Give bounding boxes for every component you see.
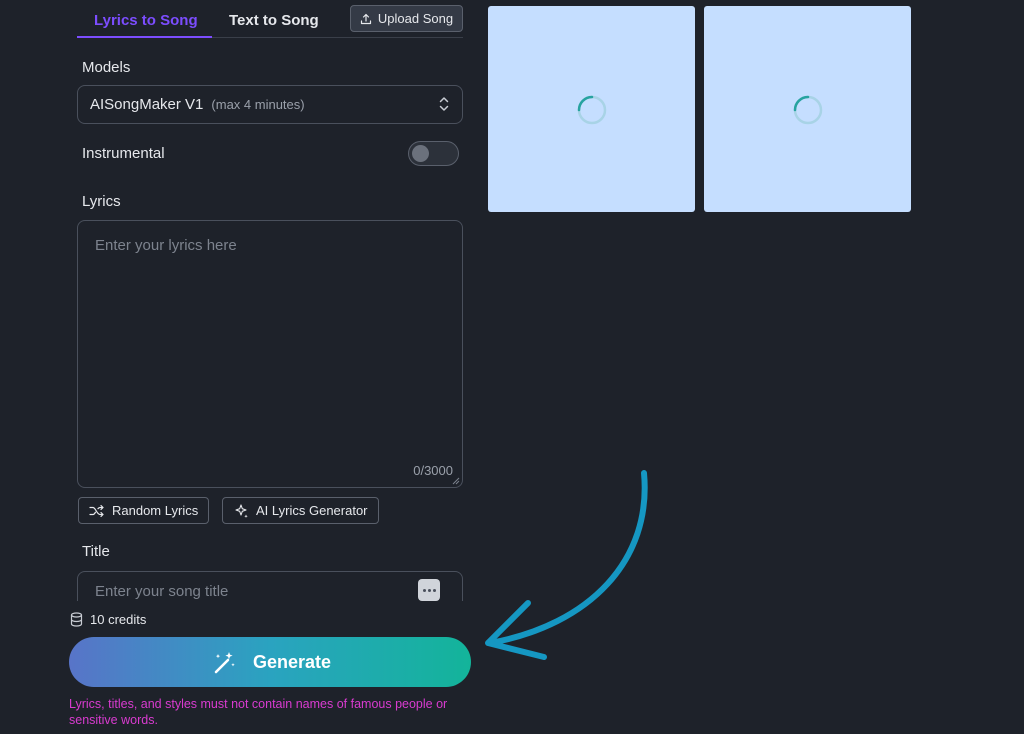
annotation-arrow-icon	[485, 470, 648, 660]
ai-lyrics-generator-label: AI Lyrics Generator	[256, 503, 368, 518]
loading-spinner-icon	[577, 95, 607, 125]
generate-button[interactable]: Generate	[69, 637, 471, 687]
lyrics-char-counter: 0/3000	[413, 463, 453, 478]
title-placeholder: Enter your song title	[95, 583, 229, 600]
chevron-updown-icon	[439, 97, 449, 111]
loading-spinner-icon	[793, 95, 823, 125]
song-result-card-1[interactable]	[488, 6, 695, 212]
song-result-card-2[interactable]	[704, 6, 911, 212]
instrumental-label: Instrumental	[82, 145, 165, 162]
random-lyrics-button[interactable]: Random Lyrics	[78, 497, 210, 524]
magic-wand-icon	[214, 652, 235, 674]
title-label: Title	[82, 543, 110, 560]
model-selected-value: AISongMaker V1	[90, 96, 204, 113]
lyrics-textarea[interactable]: Enter your lyrics here 0/3000	[77, 220, 463, 488]
lyrics-label: Lyrics	[82, 193, 121, 210]
resize-handle-icon[interactable]	[452, 477, 460, 485]
upload-icon	[360, 13, 372, 24]
coins-icon	[70, 612, 83, 627]
toggle-knob	[412, 145, 429, 162]
tab-text-to-song[interactable]: Text to Song	[229, 12, 319, 29]
shuffle-icon	[89, 504, 104, 517]
generate-label: Generate	[252, 651, 332, 672]
sparkles-icon	[235, 503, 248, 518]
models-label: Models	[82, 59, 131, 76]
instrumental-toggle[interactable]	[408, 141, 459, 166]
credits-text: 10 credits	[90, 612, 147, 627]
active-tab-indicator	[77, 36, 212, 38]
content-warning: Lyrics, titles, and styles must not cont…	[69, 697, 448, 727]
upload-song-button[interactable]: Upload Song	[350, 5, 463, 32]
upload-song-label: Upload Song	[377, 11, 454, 26]
model-select[interactable]: AISongMaker V1 (max 4 minutes)	[77, 85, 463, 124]
model-hint: (max 4 minutes)	[211, 97, 305, 112]
random-lyrics-label: Random Lyrics	[112, 503, 199, 518]
tab-lyrics-to-song[interactable]: Lyrics to Song	[94, 12, 198, 29]
more-options-button[interactable]	[418, 579, 440, 601]
ai-lyrics-generator-button[interactable]: AI Lyrics Generator	[222, 497, 379, 524]
lyrics-placeholder: Enter your lyrics here	[95, 237, 237, 254]
credits-indicator: 10 credits	[70, 612, 146, 627]
